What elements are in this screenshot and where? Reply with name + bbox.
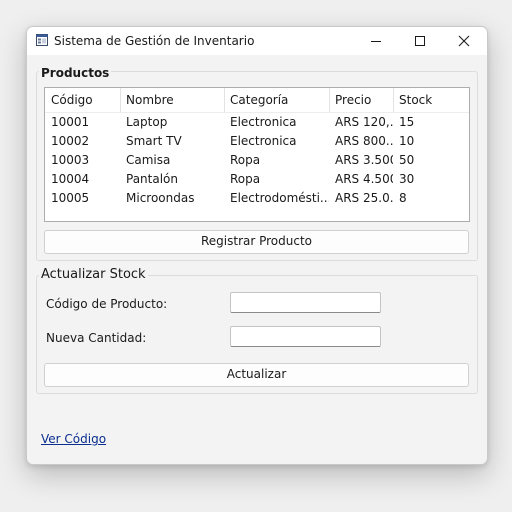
cell-categoria: Electrodomésti... (230, 191, 329, 205)
maximize-button[interactable] (398, 27, 442, 55)
cell-categoria: Electronica (230, 134, 297, 148)
cell-precio: ARS 3.500 (335, 153, 393, 167)
column-header-categoria[interactable]: Categoría (230, 93, 329, 107)
column-separator[interactable] (224, 88, 225, 112)
table-row[interactable]: 10002 Smart TV Electronica ARS 800... 10 (45, 132, 469, 151)
codigo-producto-label: Código de Producto: (46, 297, 168, 311)
cell-stock: 8 (399, 191, 407, 205)
cell-nombre: Smart TV (126, 134, 182, 148)
minimize-button[interactable] (354, 27, 398, 55)
cell-categoria: Ropa (230, 153, 261, 167)
column-header-precio[interactable]: Precio (335, 93, 393, 107)
close-button[interactable] (442, 27, 486, 55)
nueva-cantidad-input[interactable] (230, 326, 381, 347)
table-row[interactable]: 10004 Pantalón Ropa ARS 4.500 30 (45, 170, 469, 189)
cell-precio: ARS 4.500 (335, 172, 393, 186)
productos-group-label: Productos (39, 66, 112, 80)
close-icon (458, 35, 470, 47)
app-window-icon (36, 34, 48, 46)
table-header: Código Nombre Categoría Precio Stock (45, 88, 469, 113)
window-title: Sistema de Gestión de Inventario (54, 34, 255, 48)
table-row[interactable]: 10001 Laptop Electronica ARS 120,... 15 (45, 113, 469, 132)
cell-codigo: 10003 (51, 153, 90, 167)
codigo-producto-input[interactable] (230, 292, 381, 313)
cell-categoria: Ropa (230, 172, 261, 186)
minimize-icon (371, 41, 381, 42)
actualizar-stock-group-label: Actualizar Stock (39, 267, 148, 282)
column-header-stock[interactable]: Stock (399, 93, 459, 107)
column-separator[interactable] (120, 88, 121, 112)
cell-stock: 30 (399, 172, 415, 186)
cell-codigo: 10001 (51, 115, 90, 129)
cell-nombre: Laptop (126, 115, 168, 129)
maximize-icon (415, 36, 425, 46)
cell-precio: ARS 120,... (335, 115, 393, 129)
table-row[interactable]: 10003 Camisa Ropa ARS 3.500 50 (45, 151, 469, 170)
cell-stock: 50 (399, 153, 415, 167)
productos-table[interactable]: Código Nombre Categoría Precio Stock 100… (44, 87, 470, 222)
column-separator[interactable] (329, 88, 330, 112)
cell-stock: 10 (399, 134, 415, 148)
cell-categoria: Electronica (230, 115, 297, 129)
cell-codigo: 10005 (51, 191, 90, 205)
actualizar-button[interactable]: Actualizar (44, 363, 469, 387)
registrar-producto-button[interactable]: Registrar Producto (44, 230, 469, 254)
ver-codigo-link[interactable]: Ver Código (41, 432, 106, 446)
column-header-codigo[interactable]: Código (51, 93, 119, 107)
column-separator[interactable] (393, 88, 394, 112)
cell-codigo: 10002 (51, 134, 90, 148)
app-window: Sistema de Gestión de Inventario Product… (26, 26, 488, 465)
cell-nombre: Microondas (126, 191, 195, 205)
cell-precio: ARS 800... (335, 134, 393, 148)
cell-codigo: 10004 (51, 172, 90, 186)
table-row[interactable]: 10005 Microondas Electrodomésti... ARS 2… (45, 189, 469, 208)
cell-stock: 15 (399, 115, 415, 129)
cell-nombre: Camisa (126, 153, 171, 167)
cell-precio: ARS 25.0... (335, 191, 393, 205)
column-header-nombre[interactable]: Nombre (126, 93, 223, 107)
cell-nombre: Pantalón (126, 172, 178, 186)
nueva-cantidad-label: Nueva Cantidad: (46, 331, 147, 345)
title-bar[interactable]: Sistema de Gestión de Inventario (27, 27, 487, 55)
